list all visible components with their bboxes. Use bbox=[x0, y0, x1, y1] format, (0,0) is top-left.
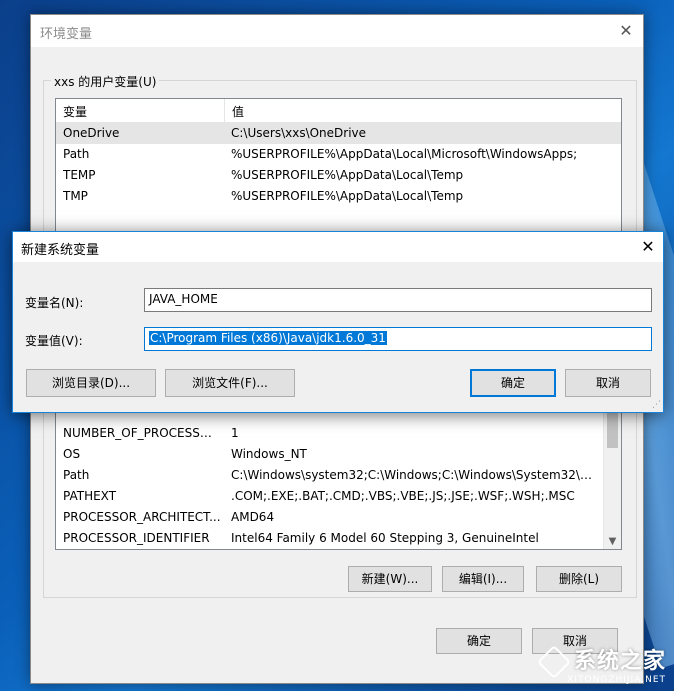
new-button[interactable]: 新建(W)... bbox=[348, 566, 432, 592]
new-system-variable-dialog: 新建系统变量 ✕ 变量名(N): JAVA_HOME 变量值(V): C:\Pr… bbox=[12, 231, 664, 413]
var-value: Intel64 Family 6 Model 60 Stepping 3, Ge… bbox=[231, 531, 539, 545]
table-row[interactable]: Path C:\Windows\system32;C:\Windows;C:\W… bbox=[56, 465, 603, 486]
table-row[interactable]: Path %USERPROFILE%\AppData\Local\Microso… bbox=[56, 144, 621, 165]
table-row[interactable]: OneDrive C:\Users\xxs\OneDrive bbox=[56, 123, 621, 144]
edit-button[interactable]: 编辑(I)... bbox=[442, 566, 524, 592]
site-watermark: 系统之家 XITONGZHIJIA.NET bbox=[537, 643, 666, 685]
ok-button[interactable]: 确定 bbox=[436, 628, 522, 654]
scrollbar-thumb[interactable] bbox=[607, 408, 618, 448]
watermark-text: 系统之家 bbox=[573, 649, 666, 674]
resize-grip-icon[interactable]: ⋰ bbox=[652, 401, 661, 410]
watermark-url: XITONGZHIJIA.NET bbox=[567, 675, 666, 685]
dialog-cancel-button[interactable]: 取消 bbox=[565, 369, 651, 397]
var-name: PROCESSOR_IDENTIFIER bbox=[63, 531, 210, 545]
vertical-scrollbar[interactable]: ▼ bbox=[603, 396, 621, 549]
var-value: C:\Users\xxs\OneDrive bbox=[231, 126, 367, 140]
var-value: AMD64 bbox=[231, 510, 275, 524]
watermark-logo-icon bbox=[537, 645, 571, 679]
var-value: %USERPROFILE%\AppData\Local\Temp bbox=[231, 189, 464, 203]
var-value: %USERPROFILE%\AppData\Local\Temp bbox=[231, 168, 464, 182]
dialog-ok-button[interactable]: 确定 bbox=[470, 369, 556, 397]
var-name: PATHEXT bbox=[63, 489, 117, 503]
user-vars-list[interactable]: 变量 值 OneDrive C:\Users\xxs\OneDrive Path… bbox=[55, 98, 622, 238]
variable-value-selected-text: C:\Program Files (x86)\Java\jdk1.6.0_31 bbox=[149, 331, 387, 345]
list-header: 变量 值 bbox=[56, 99, 621, 123]
var-value: %USERPROFILE%\AppData\Local\Microsoft\Wi… bbox=[231, 147, 578, 161]
dialog-title: 新建系统变量 bbox=[21, 243, 100, 258]
var-name: PROCESSOR_ARCHITECT... bbox=[63, 510, 221, 524]
var-value: 1 bbox=[231, 426, 239, 440]
var-name: TEMP bbox=[63, 168, 96, 182]
table-row[interactable]: TEMP %USERPROFILE%\AppData\Local\Temp bbox=[56, 165, 621, 186]
variable-name-input[interactable]: JAVA_HOME bbox=[144, 288, 652, 312]
variable-value-input[interactable]: C:\Program Files (x86)\Java\jdk1.6.0_31 bbox=[144, 327, 652, 351]
table-row[interactable]: OS Windows_NT bbox=[56, 444, 603, 465]
window-title: 环境变量 bbox=[40, 27, 93, 42]
window-titlebar: 环境变量 ✕ bbox=[31, 15, 643, 47]
system-vars-list[interactable]: NUMBER_OF_PROCESSORS 1 OS Windows_NT Pat… bbox=[55, 395, 622, 550]
variable-name-text: JAVA_HOME bbox=[149, 292, 218, 306]
table-row[interactable]: NUMBER_OF_PROCESSORS 1 bbox=[56, 423, 603, 444]
var-value: .COM;.EXE;.BAT;.CMD;.VBS;.VBE;.JS;.JSE;.… bbox=[231, 489, 575, 503]
var-value: C:\Windows\system32;C:\Windows;C:\Window… bbox=[231, 468, 601, 482]
var-name: TMP bbox=[63, 189, 88, 203]
var-value: Windows_NT bbox=[231, 447, 307, 461]
browse-file-button[interactable]: 浏览文件(F)... bbox=[165, 369, 295, 397]
variable-value-label: 变量值(V): bbox=[25, 334, 83, 348]
column-separator[interactable] bbox=[224, 99, 225, 122]
variable-name-label: 变量名(N): bbox=[25, 296, 84, 310]
column-header-value[interactable]: 值 bbox=[232, 103, 244, 120]
scroll-down-icon[interactable]: ▼ bbox=[604, 536, 621, 547]
var-name: Path bbox=[63, 147, 90, 161]
window-close-icon[interactable]: ✕ bbox=[609, 15, 643, 47]
dialog-titlebar: 新建系统变量 ✕ bbox=[13, 232, 663, 262]
var-name: OneDrive bbox=[63, 126, 120, 140]
table-row[interactable]: PROCESSOR_ARCHITECT... AMD64 bbox=[56, 507, 603, 528]
column-header-name[interactable]: 变量 bbox=[63, 103, 87, 120]
var-name: NUMBER_OF_PROCESSORS bbox=[63, 426, 221, 440]
user-vars-group-label: xxs 的用户变量(U) bbox=[51, 73, 160, 90]
delete-button[interactable]: 删除(L) bbox=[536, 566, 622, 592]
dialog-close-icon[interactable]: ✕ bbox=[633, 232, 663, 262]
var-name: Path bbox=[63, 468, 90, 482]
table-row[interactable]: PROCESSOR_IDENTIFIER Intel64 Family 6 Mo… bbox=[56, 528, 603, 549]
table-row[interactable]: PATHEXT .COM;.EXE;.BAT;.CMD;.VBS;.VBE;.J… bbox=[56, 486, 603, 507]
browse-directory-button[interactable]: 浏览目录(D)... bbox=[26, 369, 156, 397]
table-row[interactable]: TMP %USERPROFILE%\AppData\Local\Temp bbox=[56, 186, 621, 207]
var-name: OS bbox=[63, 447, 81, 461]
